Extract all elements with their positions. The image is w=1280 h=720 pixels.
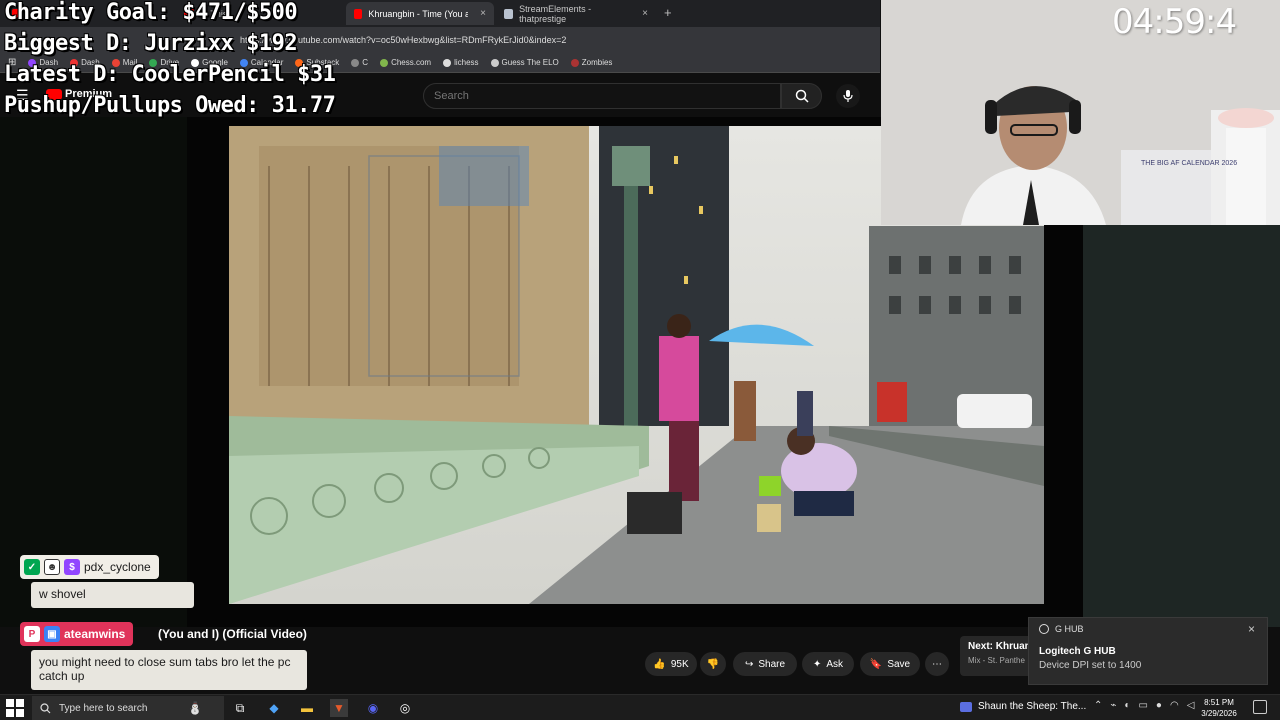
chat-username-pill: ✓ ☻ $ pdx_cyclone [20, 555, 159, 579]
media-title: Shaun the Sheep: The... [978, 701, 1087, 712]
bookmark[interactable]: Chess.com [380, 58, 431, 67]
pushups-owed-text: Pushup/Pullups Owed: 31.77 [4, 93, 336, 118]
search-input[interactable] [434, 89, 764, 103]
close-icon[interactable]: × [1248, 622, 1255, 636]
stream-timer: 04:59:4 [1112, 2, 1237, 42]
calendar-text: THE BIG AF CALENDAR 2026 [1141, 160, 1238, 167]
page-background-right [1083, 225, 1280, 627]
discord-icon[interactable]: ◉ [364, 699, 382, 717]
bookmark[interactable]: Zombies [570, 58, 612, 67]
search-icon [795, 89, 809, 103]
media-icon [960, 701, 972, 712]
brave-browser-icon[interactable]: ▼ [330, 699, 348, 717]
tab-label: StreamElements - thatprestige [519, 3, 592, 24]
biggest-donation-text: Biggest D: Jurzixx $192 [4, 31, 298, 56]
wifi-icon[interactable]: ◠ [1170, 700, 1179, 711]
dislike-button[interactable]: 👎 [700, 652, 726, 676]
next-video-card[interactable]: Next: Khruang Mix - St. Panthe [960, 636, 1032, 676]
bookmark[interactable]: C [351, 58, 368, 67]
new-tab-button[interactable]: + [664, 5, 672, 20]
share-button[interactable]: ↪ Share [733, 652, 797, 676]
g-hub-icon [1039, 624, 1049, 634]
microphone-icon [843, 90, 853, 102]
save-button[interactable]: 🔖 Save [860, 652, 920, 676]
search-icon [40, 702, 51, 713]
ask-button[interactable]: ✦ Ask [802, 652, 854, 676]
save-label: Save [887, 658, 911, 670]
browser-tab-active[interactable]: Khruangbin - Time (You and I) × [346, 2, 494, 25]
latest-donation-text: Latest D: CoolerPencil $31 [4, 62, 336, 87]
bluetooth-icon[interactable]: ⌁ [1110, 700, 1116, 711]
toast-app-name: G HUB [1055, 624, 1084, 634]
volume-icon[interactable]: ◁ [1187, 700, 1195, 711]
windows-start-icon[interactable] [6, 699, 24, 717]
close-tab-icon[interactable]: × [642, 8, 648, 19]
notification-center-icon[interactable] [1253, 700, 1267, 714]
tv-badge-icon: ▣ [44, 626, 60, 642]
more-icon: ⋯ [932, 658, 942, 670]
chat-message: w shovel [31, 582, 194, 608]
chat-message: you might need to close sum tabs bro let… [31, 650, 307, 690]
task-view-icon[interactable]: ⧉ [231, 699, 249, 717]
taskbar-media-widget[interactable]: Shaun the Sheep: The... [960, 701, 1086, 712]
file-explorer-icon[interactable]: ▬ [298, 699, 316, 717]
ask-label: Ask [826, 658, 844, 670]
like-button[interactable]: 👍 95K [645, 652, 697, 676]
share-icon: ↪ [744, 658, 754, 670]
url-field[interactable]: https://www.youtube.com/watch?v=oc50wHex… [240, 32, 840, 48]
bookmark-icon [351, 58, 360, 67]
voice-search-button[interactable] [836, 84, 860, 108]
thumbs-down-icon: 👎 [706, 658, 720, 670]
character-badge-icon: ☻ [44, 559, 60, 575]
notification-toast[interactable]: G HUB × Logitech G HUB Device DPI set to… [1028, 617, 1268, 685]
page-background-left [0, 117, 187, 627]
prime-badge-icon: P [24, 626, 40, 642]
windows-taskbar: Type here to search ⛄ ⧉ ◆ ▬ ▼ ◉ ◎ Shaun … [0, 694, 1280, 720]
taskbar-search-placeholder: Type here to search [59, 702, 148, 714]
share-label: Share [758, 658, 786, 670]
streamelements-icon [504, 8, 514, 19]
charity-goal-text: Charity Goal: $471/$500 [4, 0, 298, 25]
clock-date: 3/29/2026 [1201, 709, 1237, 718]
sub-badge-icon: $ [64, 559, 80, 575]
chat-username-pill: P ▣ ateamwins [20, 622, 134, 646]
obs-icon[interactable]: ◎ [396, 699, 414, 717]
search-button[interactable] [781, 83, 822, 109]
thumbs-up-icon: 👍 [653, 658, 666, 670]
microphone-icon[interactable]: ● [1156, 700, 1162, 711]
bookmark-icon [490, 58, 499, 67]
search-highlight-icon[interactable]: ⛄ [186, 699, 204, 717]
taskbar-clock[interactable]: 8:51 PM 3/29/2026 [1196, 697, 1242, 719]
toast-title: Logitech G HUB [1039, 646, 1116, 657]
bookmark[interactable]: lichess [443, 58, 479, 67]
tray-chevron-icon[interactable]: ⌃ [1094, 700, 1102, 711]
close-tab-icon[interactable]: × [480, 8, 486, 19]
network-icon[interactable]: ▭ [1138, 700, 1147, 711]
copilot-icon[interactable]: ◆ [265, 699, 283, 717]
clock-time: 8:51 PM [1204, 698, 1234, 707]
tray-app-icon[interactable]: ◐ [1124, 700, 1130, 711]
system-tray: ⌃ ⌁ ◐ ▭ ● ◠ ◁ [1094, 700, 1194, 711]
lichess-icon [443, 58, 452, 67]
next-video-title: Next: Khruang [968, 641, 1032, 652]
more-actions-button[interactable]: ⋯ [925, 652, 949, 676]
checkmark-badge-icon: ✓ [24, 559, 40, 575]
tab-label: Khruangbin - Time (You and I) [368, 8, 469, 19]
search-box [423, 83, 781, 109]
like-count: 95K [670, 658, 689, 670]
zombies-icon [570, 58, 579, 67]
sparkle-icon: ✦ [812, 658, 822, 670]
youtube-icon [354, 8, 363, 19]
next-video-subtitle: Mix - St. Panthe [968, 656, 1025, 665]
chat-username: pdx_cyclone [84, 560, 151, 574]
video-title: (You and I) (Official Video) [158, 627, 307, 641]
bookmark-icon: 🔖 [869, 658, 883, 670]
chess-icon [380, 58, 389, 67]
toast-body: Device DPI set to 1400 [1039, 660, 1142, 671]
chat-username: ateamwins [64, 627, 126, 641]
toast-app-row: G HUB [1039, 624, 1084, 634]
bookmark[interactable]: Guess The ELO [490, 58, 559, 67]
browser-tab[interactable]: StreamElements - thatprestige × [496, 2, 656, 25]
